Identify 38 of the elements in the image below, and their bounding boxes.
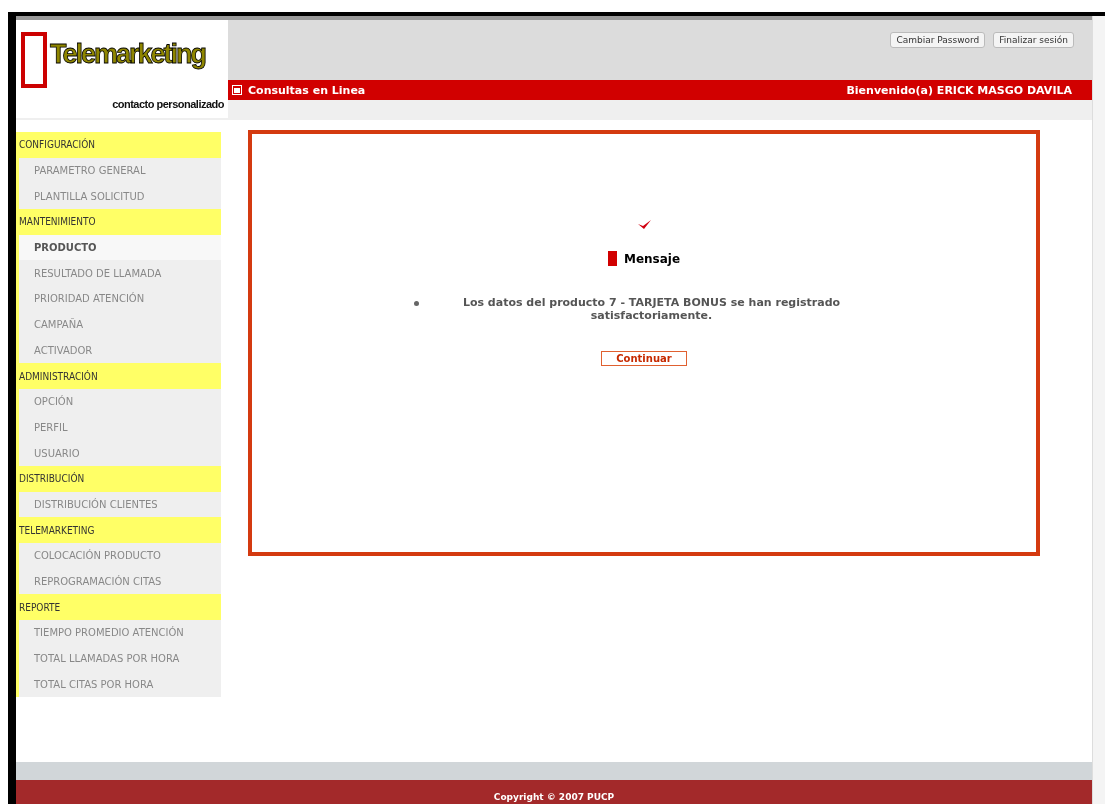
menu-item[interactable]: REPROGRAMACIÓN CITAS bbox=[16, 568, 221, 595]
menu-item[interactable]: DISTRIBUCIÓN CLIENTES bbox=[16, 491, 221, 518]
bullet-icon bbox=[414, 301, 419, 306]
message-text: Los datos del producto 7 - TARJETA BONUS se han registrado satisfactoriamente. bbox=[461, 296, 842, 322]
logo-title: Telemarketing bbox=[50, 38, 206, 70]
menu-item[interactable]: PLANTILLA SOLICITUD bbox=[16, 183, 221, 210]
logo-tagline: contacto personalizado bbox=[112, 98, 224, 110]
menu-item[interactable]: OPCIÓN bbox=[16, 388, 221, 415]
continue-button[interactable]: Continuar bbox=[601, 351, 687, 366]
menu-item[interactable]: CAMPAÑA bbox=[16, 311, 221, 338]
menu-item[interactable]: ACTIVADOR bbox=[16, 337, 221, 364]
menu-item[interactable]: PRIORIDAD ATENCIÓN bbox=[16, 286, 221, 312]
menu-item[interactable]: PRODUCTO bbox=[16, 234, 221, 261]
menu-section-header: MANTENIMIENTO bbox=[16, 209, 221, 235]
header-button[interactable]: Cambiar Password bbox=[890, 32, 986, 48]
menu-item[interactable]: RESULTADO DE LLAMADA bbox=[16, 260, 221, 287]
menu-item[interactable]: TOTAL LLAMADAS POR HORA bbox=[16, 645, 221, 672]
window-icon bbox=[232, 85, 242, 95]
menu-section-header: CONFIGURACIÓN bbox=[16, 132, 221, 158]
menu-item[interactable]: USUARIO bbox=[16, 440, 221, 466]
menu-item[interactable]: PERFIL bbox=[16, 414, 221, 441]
menu-section-header: ADMINISTRACIÓN bbox=[16, 363, 221, 389]
scrollbar[interactable] bbox=[1092, 16, 1105, 804]
menu-item[interactable]: TIEMPO PROMEDIO ATENCIÓN bbox=[16, 620, 221, 646]
section-title: Consultas en Linea bbox=[248, 83, 366, 97]
menu-section-header: REPORTE bbox=[16, 594, 221, 621]
welcome-text: Bienvenido(a) ERICK MASGO DAVILA bbox=[846, 83, 1072, 97]
menu-section-header: DISTRIBUCIÓN bbox=[16, 465, 221, 492]
menu-item[interactable]: PARAMETRO GENERAL bbox=[16, 157, 221, 184]
footer: Copyright © 2007 PUCP bbox=[16, 780, 1092, 804]
check-icon bbox=[637, 220, 651, 229]
header-button[interactable]: Finalizar sesión bbox=[993, 32, 1074, 48]
message-title: Mensaje bbox=[623, 251, 681, 266]
menu-item[interactable]: TOTAL CITAS POR HORA bbox=[16, 671, 221, 698]
square-icon bbox=[607, 251, 617, 266]
logo-frame-icon bbox=[21, 32, 47, 88]
menu-section-header: TELEMARKETING bbox=[16, 517, 221, 543]
menu-item[interactable]: COLOCACIÓN PRODUCTO bbox=[16, 543, 221, 569]
